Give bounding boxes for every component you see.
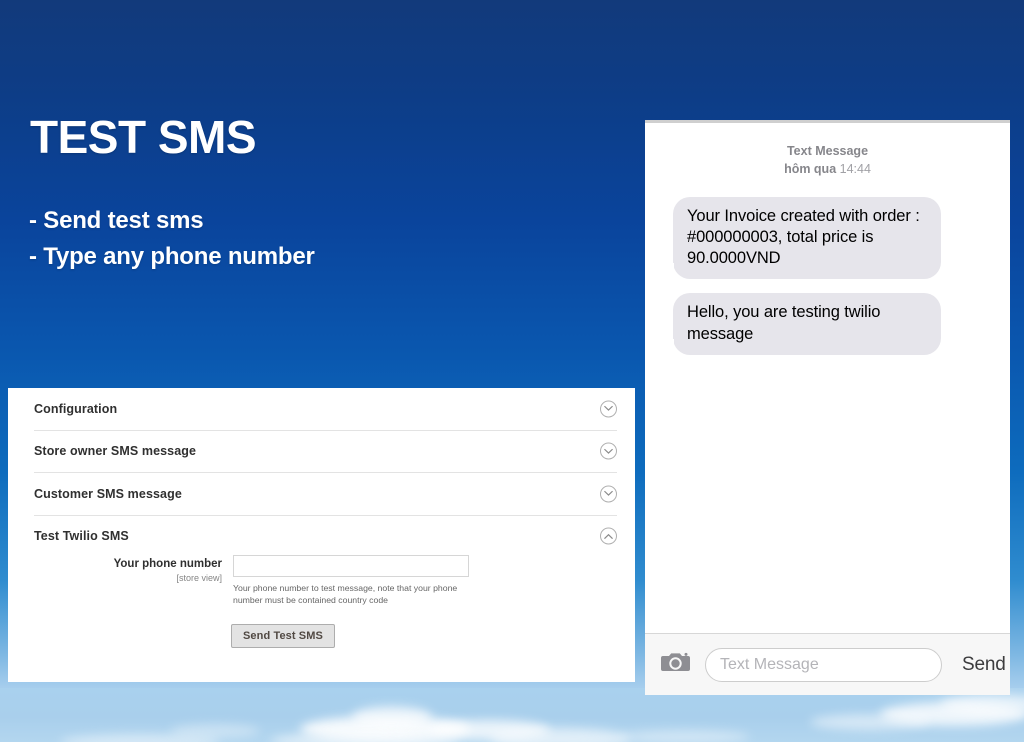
- sms-message-text: Hello, you are testing twilio message: [687, 303, 881, 343]
- phone-number-label-text: Your phone number: [113, 558, 222, 570]
- sms-message-bubble[interactable]: Hello, you are testing twilio message: [664, 293, 941, 355]
- sms-message-thread: Text Message hôm qua 14:44 Your Invoice …: [645, 123, 1010, 633]
- sms-compose-input[interactable]: [705, 647, 942, 682]
- accordion-section-customer-sms-message[interactable]: Customer SMS message: [34, 473, 617, 516]
- sky-clouds-band: [0, 688, 1024, 742]
- chevron-up-icon[interactable]: [600, 527, 617, 545]
- sms-thread-timestamp: hôm qua 14:44: [645, 161, 1010, 179]
- cloud-shape: [490, 728, 630, 742]
- accordion-section-store-owner-sms-message[interactable]: Store owner SMS message: [34, 431, 617, 473]
- sms-send-button[interactable]: Send: [956, 653, 1012, 677]
- cloud-shape: [170, 724, 260, 738]
- slide-canvas: TEST SMS - Send test sms - Type any phon…: [0, 0, 1024, 742]
- test-twilio-sms-form: Your phone number [store view] Your phon…: [8, 552, 635, 648]
- chevron-down-icon[interactable]: [600, 485, 617, 503]
- slide-bullet-item: - Type any phone number: [29, 243, 315, 271]
- phone-number-hint: Your phone number to test message, note …: [233, 583, 458, 606]
- sms-thread-header: Text Message hôm qua 14:44: [645, 143, 1010, 179]
- sms-thread-day: hôm qua: [784, 161, 837, 176]
- chevron-down-icon[interactable]: [600, 400, 617, 418]
- slide-bullet-list: - Send test sms - Type any phone number: [29, 203, 315, 276]
- sms-thread-type-label: Text Message: [786, 144, 869, 158]
- cloud-shape: [620, 730, 750, 742]
- phone-number-label: Your phone number [store view]: [8, 558, 222, 583]
- send-test-sms-button[interactable]: Send Test SMS: [231, 624, 335, 648]
- magento-config-panel: Configuration Store owner SMS message Cu…: [8, 388, 635, 682]
- sms-message-bubble[interactable]: Your Invoice created with order : #00000…: [664, 196, 941, 280]
- accordion-section-label: Customer SMS message: [34, 486, 182, 501]
- cloud-shape: [810, 714, 930, 730]
- slide-bullet-item: - Send test sms: [29, 207, 204, 234]
- sms-compose-bar: Send: [645, 633, 1010, 695]
- accordion-section-label: Configuration: [34, 401, 118, 416]
- sms-message-row: Your Invoice created with order : #00000…: [645, 196, 1010, 280]
- slide-title: TEST SMS: [30, 111, 257, 163]
- sms-message-row: Hello, you are testing twilio message: [645, 293, 1010, 355]
- accordion-section-test-twilio-sms[interactable]: Test Twilio SMS: [34, 516, 617, 558]
- chevron-down-icon[interactable]: [600, 442, 617, 460]
- sms-conversation-panel: Text Message hôm qua 14:44 Your Invoice …: [645, 120, 1010, 695]
- phone-number-scope-text: [store view]: [176, 572, 222, 583]
- submit-button-row: Send Test SMS: [8, 624, 635, 648]
- accordion-section-label: Test Twilio SMS: [34, 529, 129, 544]
- sms-message-text: Your Invoice created with order : #00000…: [687, 206, 920, 268]
- camera-icon[interactable]: [661, 650, 691, 679]
- phone-number-input[interactable]: [233, 555, 469, 577]
- accordion-section-label: Store owner SMS message: [34, 444, 197, 459]
- phone-number-field-row: Your phone number [store view] Your phon…: [8, 552, 635, 605]
- accordion-section-configuration[interactable]: Configuration: [34, 388, 617, 431]
- cloud-shape: [352, 706, 432, 728]
- sms-thread-time: 14:44: [839, 161, 871, 176]
